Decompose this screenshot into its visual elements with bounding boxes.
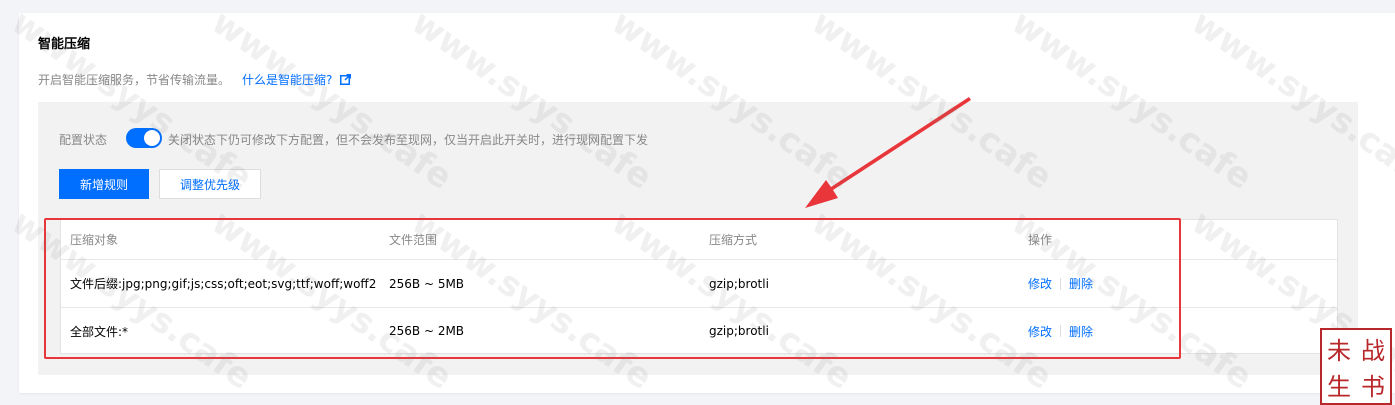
edit-link[interactable]: 修改 [1028,323,1052,340]
table-row: 文件后缀:jpg;png;gif;js;css;oft;eot;svg;ttf;… [61,260,1337,308]
action-divider [1060,325,1062,337]
section-title: 智能压缩 [38,37,91,52]
description-text: 开启智能压缩服务，节省传输流量。 [38,73,231,87]
row-method: gzip;brotli [709,324,769,338]
toggle-knob [144,130,160,146]
table-row: 全部文件:* 256B ~ 2MB gzip;brotli 修改 删除 [61,308,1337,354]
delete-link[interactable]: 删除 [1069,275,1093,292]
row-range: 256B ~ 5MB [389,276,465,291]
section-description: 开启智能压缩服务，节省传输流量。 什么是智能压缩? [38,71,352,88]
table-header: 压缩对象 文件范围 压缩方式 操作 [61,220,1337,260]
adjust-priority-button[interactable]: 调整优先级 [159,169,261,199]
action-divider [1060,277,1062,290]
row-method: gzip;brotli [709,276,769,291]
column-header-range: 文件范围 [389,233,438,247]
add-rule-button[interactable]: 新增规则 [59,169,149,199]
edit-link[interactable]: 修改 [1028,275,1052,292]
row-target: 文件后缀:jpg;png;gif;js;css;oft;eot;svg;ttf;… [70,277,377,291]
config-status-tip: 关闭状态下仍可修改下方配置，但不会发布至现网，仅当开启此开关时，进行现网配置下发 [168,133,649,147]
rules-table: 压缩对象 文件范围 压缩方式 操作 文件后缀:jpg;png;gif;js;cs… [60,219,1338,354]
delete-link[interactable]: 删除 [1069,323,1093,340]
help-link[interactable]: 什么是智能压缩? [242,71,332,88]
external-link-icon[interactable] [340,74,352,85]
config-status-toggle[interactable] [126,128,162,148]
row-actions: 修改 删除 [1028,308,1093,354]
config-status-label: 配置状态 [59,133,108,147]
row-actions: 修改 删除 [1028,260,1093,307]
column-header-method: 压缩方式 [709,233,758,247]
row-range: 256B ~ 2MB [389,324,465,338]
column-header-actions: 操作 [1028,233,1053,247]
row-target: 全部文件:* [70,324,129,339]
column-header-target: 压缩对象 [70,233,119,247]
